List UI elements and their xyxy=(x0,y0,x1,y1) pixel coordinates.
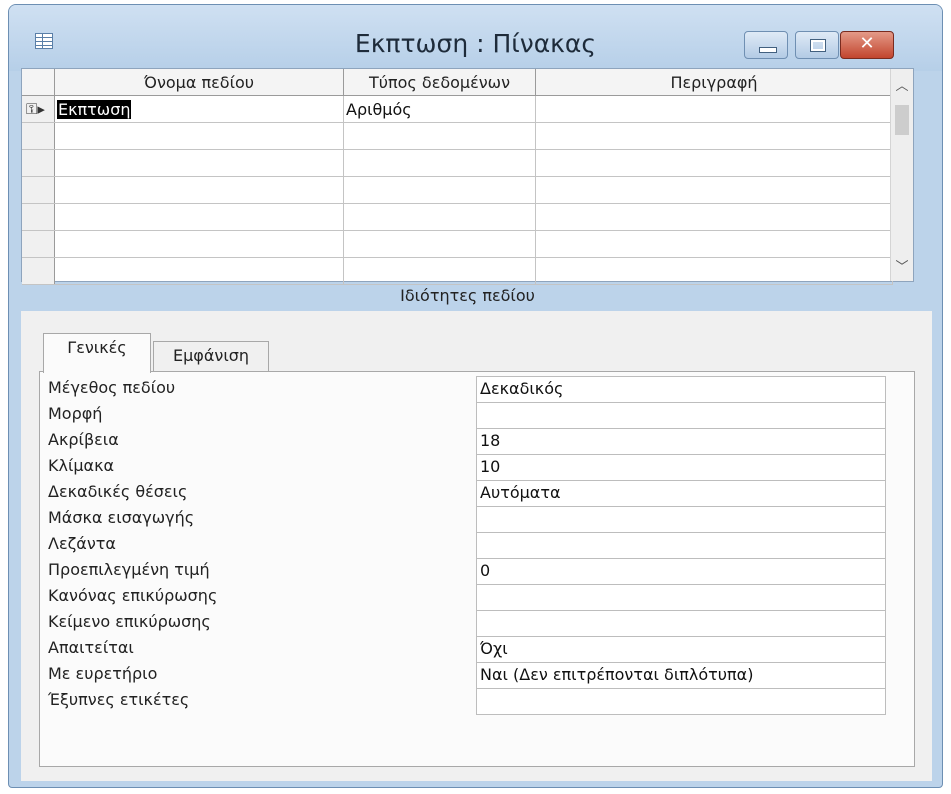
field-name-cell[interactable] xyxy=(54,122,344,150)
property-label: Απαιτείται xyxy=(48,638,134,657)
description-cell[interactable] xyxy=(535,230,893,258)
scroll-thumb[interactable] xyxy=(895,105,909,135)
property-value-field[interactable] xyxy=(476,532,886,559)
property-value-field[interactable] xyxy=(476,610,886,637)
property-label: Μέγεθος πεδίου xyxy=(48,378,176,397)
row-selector[interactable] xyxy=(22,257,55,285)
property-label: Κείμενο επικύρωσης xyxy=(48,612,211,631)
row-selector[interactable]: ⚿▸ xyxy=(22,95,55,123)
property-value-field[interactable]: 0 xyxy=(476,558,886,585)
property-value-field[interactable]: Όχι xyxy=(476,636,886,663)
description-cell[interactable] xyxy=(535,257,893,285)
property-label: Μορφή xyxy=(48,404,103,423)
scroll-up-icon[interactable]: ︿ xyxy=(891,75,913,94)
field-grid: Όνομα πεδίου Τύπος δεδομένων Περιγραφή ⚿… xyxy=(21,68,914,285)
title-bar[interactable]: Εκπτωση : Πίνακας ✕ xyxy=(9,5,942,71)
property-label: Κανόνας επικύρωσης xyxy=(48,586,218,605)
property-row: Δεκαδικές θέσεις Αυτόματα xyxy=(40,480,914,507)
table-row[interactable]: ⚿▸ Εκπτωση Αριθμός xyxy=(22,95,893,123)
column-header-field-name[interactable]: Όνομα πεδίου xyxy=(54,69,344,96)
property-row: Μέγεθος πεδίου Δεκαδικός xyxy=(40,376,914,403)
row-selector[interactable] xyxy=(22,149,55,177)
property-value-field[interactable]: 18 xyxy=(476,428,886,455)
property-label: Κλίμακα xyxy=(48,456,115,475)
close-icon: ✕ xyxy=(859,33,875,54)
property-label: Δεκαδικές θέσεις xyxy=(48,482,188,501)
table-row[interactable] xyxy=(22,149,893,177)
row-selector[interactable] xyxy=(22,230,55,258)
property-label: Ακρίβεια xyxy=(48,430,119,449)
table-row[interactable] xyxy=(22,176,893,204)
data-type-cell[interactable] xyxy=(343,122,536,150)
property-row: Λεζάντα xyxy=(40,532,914,559)
property-row: Κλίμακα 10 xyxy=(40,454,914,481)
general-tab-panel: Μέγεθος πεδίου Δεκαδικός Μορφή Ακρίβεια … xyxy=(39,371,915,767)
description-cell[interactable] xyxy=(535,149,893,177)
table-row[interactable] xyxy=(22,203,893,231)
primary-key-icon: ⚿▸ xyxy=(26,100,45,118)
field-properties-pane: Γενικές Εμφάνιση Μέγεθος πεδίου Δεκαδικό… xyxy=(21,311,932,781)
property-value-field[interactable] xyxy=(476,506,886,533)
field-properties-header: Ιδιότητες πεδίου xyxy=(400,286,535,305)
data-type-cell[interactable] xyxy=(343,149,536,177)
tab-lookup[interactable]: Εμφάνιση xyxy=(153,341,269,371)
description-cell[interactable] xyxy=(535,122,893,150)
property-value-field[interactable] xyxy=(476,688,886,715)
row-selector[interactable] xyxy=(22,203,55,231)
field-name-cell[interactable] xyxy=(54,203,344,231)
property-value-field[interactable]: Δεκαδικός xyxy=(476,376,886,403)
tab-general[interactable]: Γενικές xyxy=(43,333,151,373)
column-header-data-type[interactable]: Τύπος δεδομένων xyxy=(343,69,536,96)
property-value-field[interactable]: Ναι (Δεν επιτρέπονται διπλότυπα) xyxy=(476,662,886,689)
table-row[interactable] xyxy=(22,257,893,285)
property-row: Απαιτείται Όχι xyxy=(40,636,914,663)
property-row: Μάσκα εισαγωγής xyxy=(40,506,914,533)
property-row: Προεπιλεγμένη τιμή 0 xyxy=(40,558,914,585)
data-type-cell[interactable] xyxy=(343,230,536,258)
row-selector[interactable] xyxy=(22,122,55,150)
data-type-cell[interactable]: Αριθμός xyxy=(343,95,536,123)
field-name-cell[interactable] xyxy=(54,176,344,204)
property-value-field[interactable] xyxy=(476,402,886,429)
property-row: Με ευρετήριο Ναι (Δεν επιτρέπονται διπλό… xyxy=(40,662,914,689)
field-name-cell[interactable] xyxy=(54,149,344,177)
minimize-button[interactable] xyxy=(744,31,788,59)
property-row: Κείμενο επικύρωσης xyxy=(40,610,914,637)
property-label: Λεζάντα xyxy=(48,534,116,553)
property-label: Έξυπνες ετικέτες xyxy=(48,690,190,709)
property-row: Έξυπνες ετικέτες xyxy=(40,688,914,715)
property-value-field[interactable]: 10 xyxy=(476,454,886,481)
data-type-cell[interactable] xyxy=(343,203,536,231)
vertical-scrollbar[interactable]: ︿ ﹀ xyxy=(890,69,913,281)
property-label: Προεπιλεγμένη τιμή xyxy=(48,560,210,579)
field-name-cell[interactable] xyxy=(54,257,344,285)
table-row[interactable] xyxy=(22,230,893,258)
property-label: Μάσκα εισαγωγής xyxy=(48,508,195,527)
data-type-cell[interactable] xyxy=(343,176,536,204)
description-cell[interactable] xyxy=(535,203,893,231)
selector-header xyxy=(22,69,55,96)
scroll-down-icon[interactable]: ﹀ xyxy=(891,256,913,275)
property-row: Κανόνας επικύρωσης xyxy=(40,584,914,611)
property-row: Μορφή xyxy=(40,402,914,429)
row-selector[interactable] xyxy=(22,176,55,204)
property-row: Ακρίβεια 18 xyxy=(40,428,914,455)
data-type-cell[interactable] xyxy=(343,257,536,285)
close-button[interactable]: ✕ xyxy=(840,31,894,59)
table-design-window: Εκπτωση : Πίνακας ✕ Όνομα πεδίου Τύπος δ… xyxy=(8,4,943,788)
description-cell[interactable] xyxy=(535,176,893,204)
property-value-field[interactable]: Αυτόματα xyxy=(476,480,886,507)
maximize-button[interactable] xyxy=(795,31,839,59)
description-cell[interactable] xyxy=(535,95,893,123)
table-row[interactable] xyxy=(22,122,893,150)
property-value-field[interactable] xyxy=(476,584,886,611)
field-name-cell[interactable]: Εκπτωση xyxy=(54,95,344,123)
field-name-cell[interactable] xyxy=(54,230,344,258)
column-header-description[interactable]: Περιγραφή xyxy=(535,69,893,96)
property-label: Με ευρετήριο xyxy=(48,664,158,683)
